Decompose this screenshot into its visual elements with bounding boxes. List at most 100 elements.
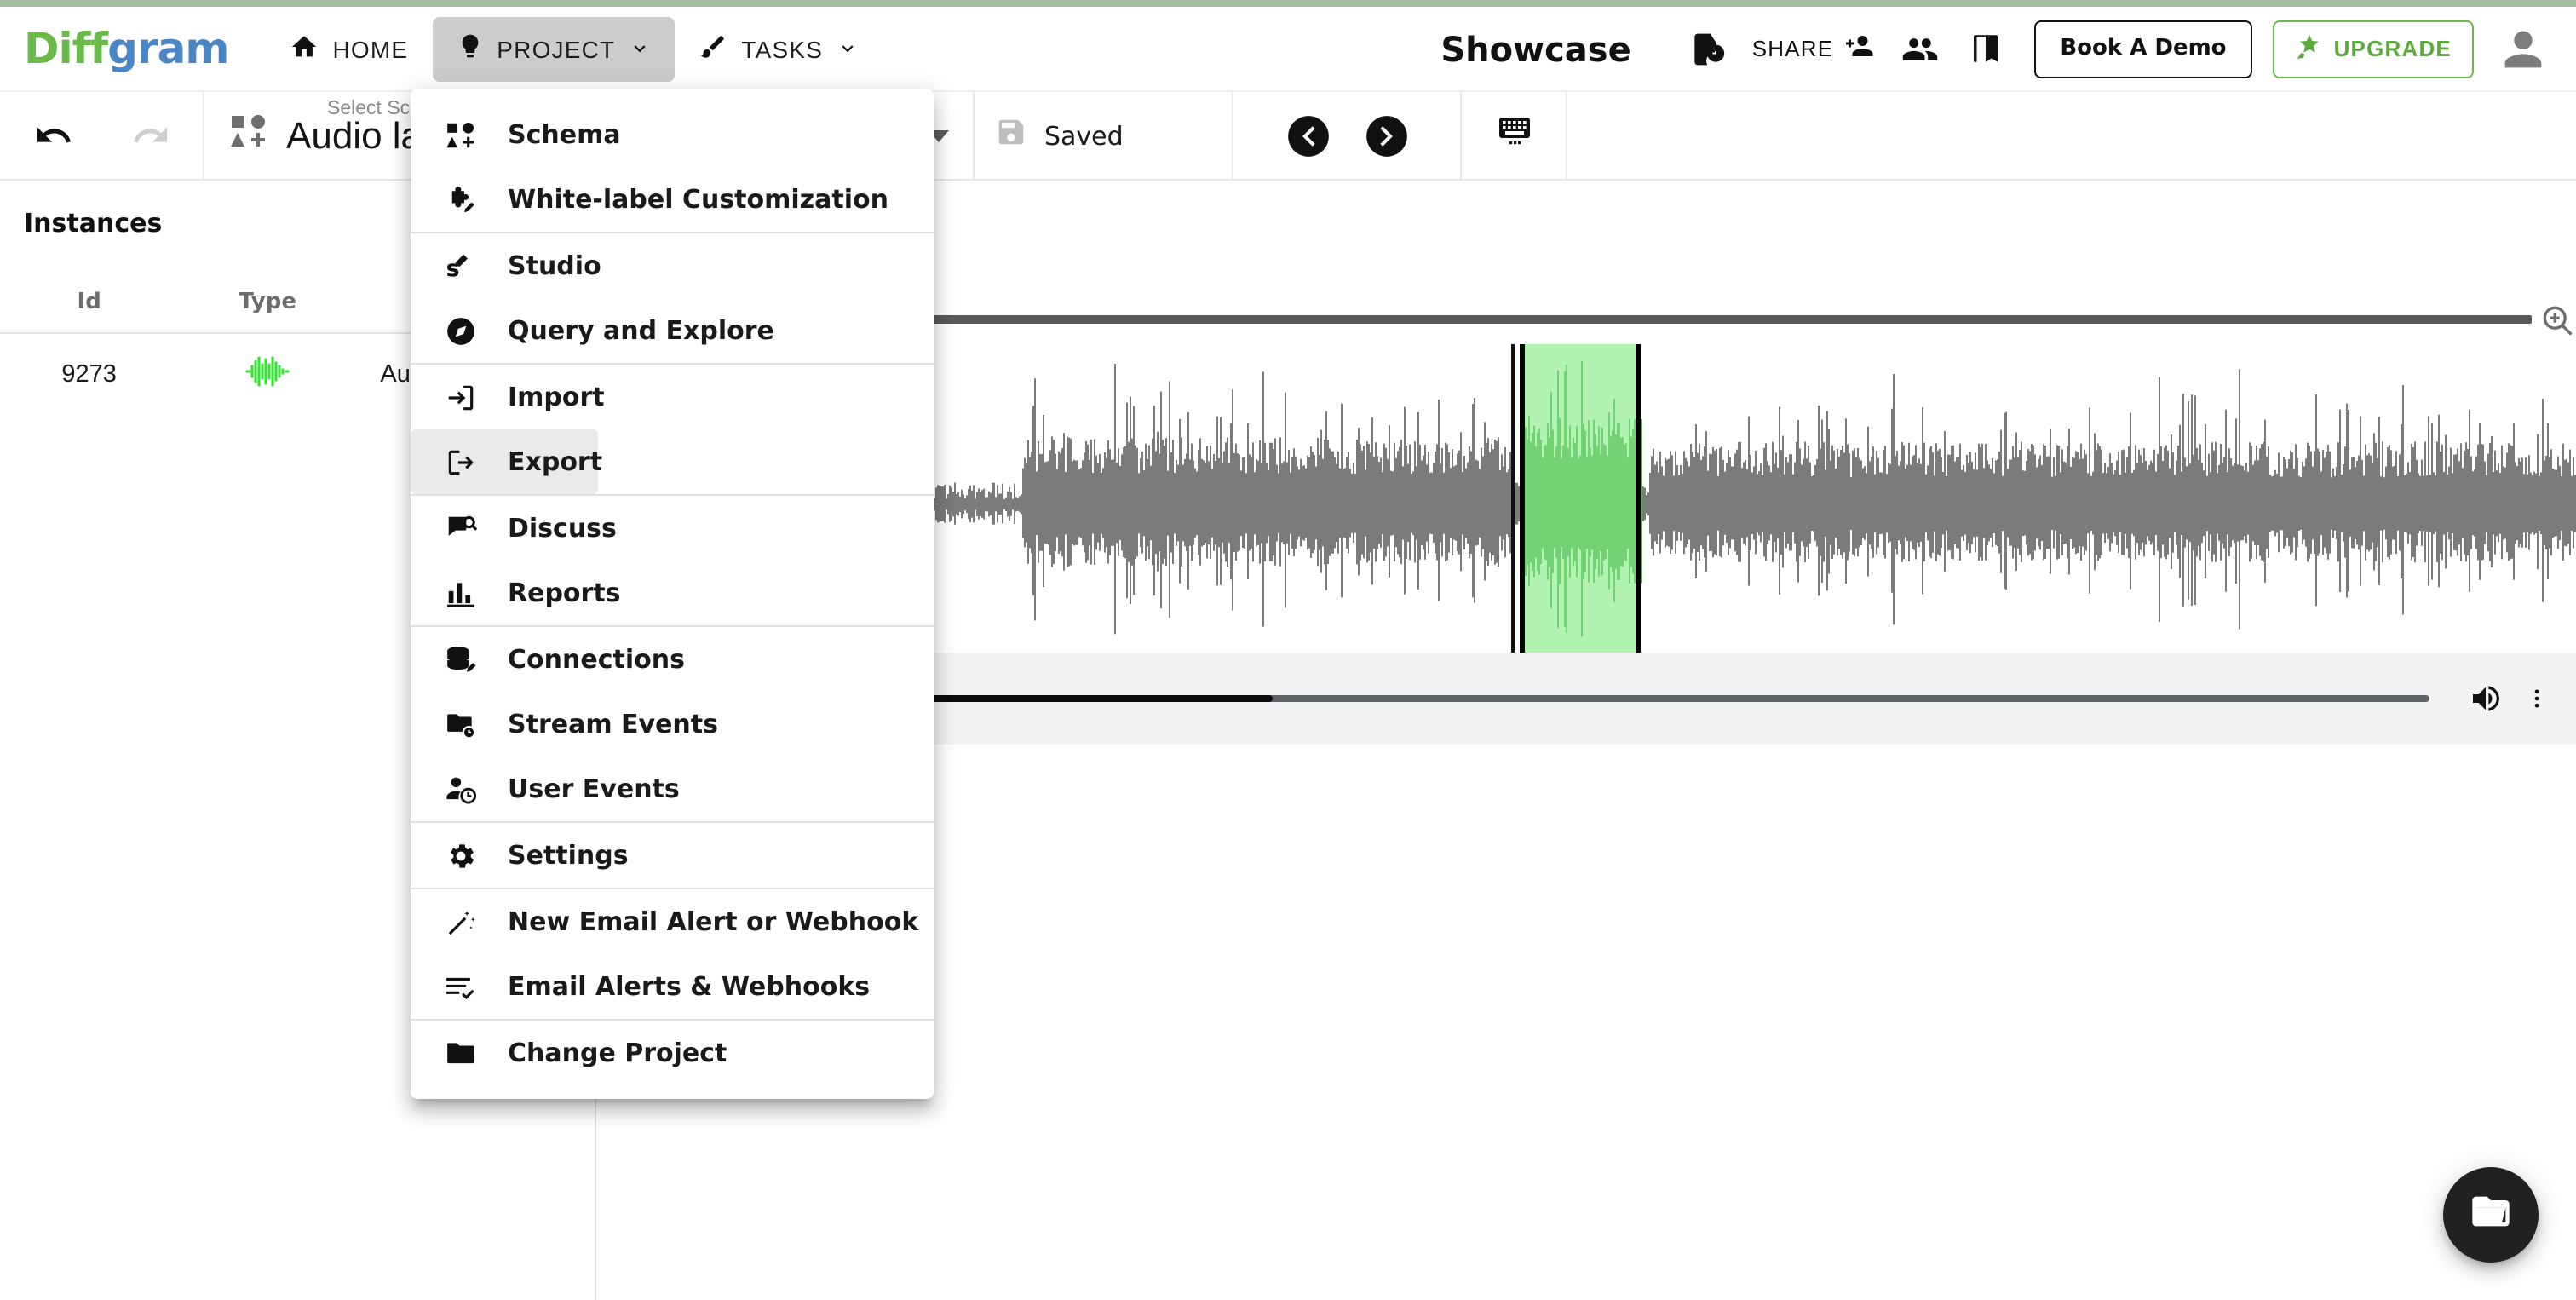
nav-home-button[interactable]: HOME — [266, 16, 432, 81]
lightbulb-icon — [456, 32, 483, 65]
nav-project-button[interactable]: PROJECT — [432, 16, 676, 81]
save-status[interactable]: Saved — [975, 92, 1233, 179]
undo-icon[interactable] — [33, 116, 72, 155]
menu-item-label: White-label Customization — [508, 184, 888, 215]
waveform-card — [901, 181, 2576, 1300]
menu-item-settings[interactable]: Settings — [411, 823, 934, 888]
prev-next-group — [1233, 92, 1462, 179]
audio-waveform-icon — [245, 356, 290, 395]
menu-item-label: User Events — [508, 774, 680, 804]
playback-progress-bar[interactable] — [918, 695, 2429, 702]
menu-item-email-alerts-webhooks[interactable]: Email Alerts & Webhooks — [411, 954, 934, 1019]
menu-group: Connections Stream Events User Events — [411, 627, 934, 823]
menu-group: Schema White-label Customization — [411, 102, 934, 233]
upgrade-label: UPGRADE — [2333, 36, 2452, 61]
nav-project-label: PROJECT — [497, 35, 616, 62]
rocket-star-icon — [2295, 32, 2324, 66]
menu-item-label: Reports — [508, 578, 621, 608]
import-arrow-icon — [445, 381, 477, 413]
logo-part-2: gram — [107, 24, 229, 73]
top-accent-strip — [0, 0, 2576, 7]
folder-clock-icon — [445, 708, 477, 740]
nav-tasks-label: TASKS — [741, 35, 824, 62]
menu-item-query-and-explore[interactable]: Query and Explore — [411, 298, 934, 363]
magic-wand-icon — [445, 906, 477, 938]
menu-item-label: Export — [508, 446, 603, 477]
share-person-add-icon — [1842, 31, 1876, 66]
database-edit-icon — [445, 643, 477, 676]
menu-item-label: New Email Alert or Webhook — [508, 906, 919, 937]
menu-item-new-email-alert-or-webhook[interactable]: New Email Alert or Webhook — [411, 889, 934, 954]
menu-item-label: Studio — [508, 250, 601, 281]
upgrade-button[interactable]: UPGRADE — [2272, 20, 2474, 78]
menu-item-reports[interactable]: Reports — [411, 561, 934, 625]
menu-item-export[interactable]: Export — [411, 429, 602, 494]
nav-home-label: HOME — [332, 35, 409, 62]
menu-item-change-project[interactable]: Change Project — [411, 1021, 934, 1085]
app-header: Diffgram HOME PROJECT TASKS Showcase SHA… — [0, 7, 2576, 92]
zoom-in-icon[interactable] — [2539, 302, 2576, 339]
bar-chart-icon — [445, 577, 477, 609]
waveform-canvas[interactable] — [901, 344, 2576, 653]
timeline-ruler[interactable] — [901, 315, 2532, 324]
file-clock-icon[interactable] — [1676, 16, 1740, 81]
menu-item-stream-events[interactable]: Stream Events — [411, 692, 934, 756]
brush-icon — [699, 32, 727, 66]
keyboard-shortcuts-button[interactable] — [1462, 92, 1567, 179]
chevron-down-icon — [837, 37, 859, 60]
menu-item-user-events[interactable]: User Events — [411, 756, 934, 821]
menu-item-label: Discuss — [508, 513, 617, 544]
menu-item-label: Schema — [508, 119, 621, 150]
save-status-text: Saved — [1044, 120, 1124, 151]
audio-player-bar — [901, 653, 2576, 745]
share-button[interactable]: SHARE — [1752, 31, 1877, 66]
avatar[interactable] — [2494, 20, 2552, 78]
next-icon[interactable] — [1364, 113, 1408, 158]
undo-redo-group — [0, 92, 204, 179]
editor-toolbar: Select Schema Audio label one Saved — [0, 92, 2576, 181]
export-arrow-icon — [445, 446, 477, 478]
previous-icon[interactable] — [1285, 113, 1330, 158]
menu-item-label: Import — [508, 382, 605, 412]
menu-item-label: Change Project — [508, 1038, 727, 1068]
menu-item-discuss[interactable]: Discuss — [411, 496, 934, 561]
volume-up-icon[interactable] — [2467, 680, 2504, 717]
waveform-graphic — [901, 360, 2576, 637]
column-header-type: Type — [239, 290, 296, 315]
puzzle-edit-icon — [445, 183, 477, 216]
logo-part-1: Diff — [24, 24, 108, 73]
menu-item-schema[interactable]: Schema — [411, 102, 934, 167]
nav-tasks-button[interactable]: TASKS — [675, 16, 883, 81]
redo-icon[interactable] — [130, 116, 170, 155]
book-icon[interactable] — [1952, 16, 2017, 81]
playback-progress-fill — [918, 695, 1274, 702]
column-header-id: Id — [77, 290, 101, 315]
cell-id: 9273 — [61, 361, 117, 388]
gear-icon — [445, 839, 477, 871]
chevron-down-icon — [629, 37, 651, 60]
folder-open-icon — [2469, 1188, 2513, 1241]
open-files-fab[interactable] — [2443, 1167, 2539, 1263]
menu-item-white-label-customization[interactable]: White-label Customization — [411, 167, 934, 232]
schema-shapes-icon — [445, 118, 477, 151]
home-icon — [290, 32, 319, 66]
menu-item-studio[interactable]: s Studio — [411, 233, 934, 298]
selection-start-marker[interactable] — [1511, 344, 1515, 653]
discuss-search-icon — [445, 512, 477, 544]
app-logo[interactable]: Diffgram — [24, 24, 229, 73]
more-vertical-icon[interactable] — [2525, 680, 2549, 717]
page-title: Showcase — [1440, 28, 1631, 69]
list-check-icon — [445, 970, 477, 1003]
menu-group: New Email Alert or Webhook Email Alerts &… — [411, 889, 934, 1021]
schema-shapes-icon — [228, 111, 269, 160]
project-dropdown-menu[interactable]: Schema White-label Customization s Studio Qu… — [411, 89, 934, 1099]
menu-group: Import Export — [411, 365, 934, 496]
menu-group: Settings — [411, 823, 934, 889]
book-demo-button[interactable]: Book A Demo — [2034, 20, 2252, 78]
menu-item-connections[interactable]: Connections — [411, 627, 934, 692]
people-icon[interactable] — [1888, 16, 1952, 81]
save-icon — [995, 115, 1027, 156]
menu-group: Discuss Reports — [411, 496, 934, 627]
menu-item-import[interactable]: Import — [411, 365, 934, 429]
menu-item-label: Query and Explore — [508, 315, 774, 346]
